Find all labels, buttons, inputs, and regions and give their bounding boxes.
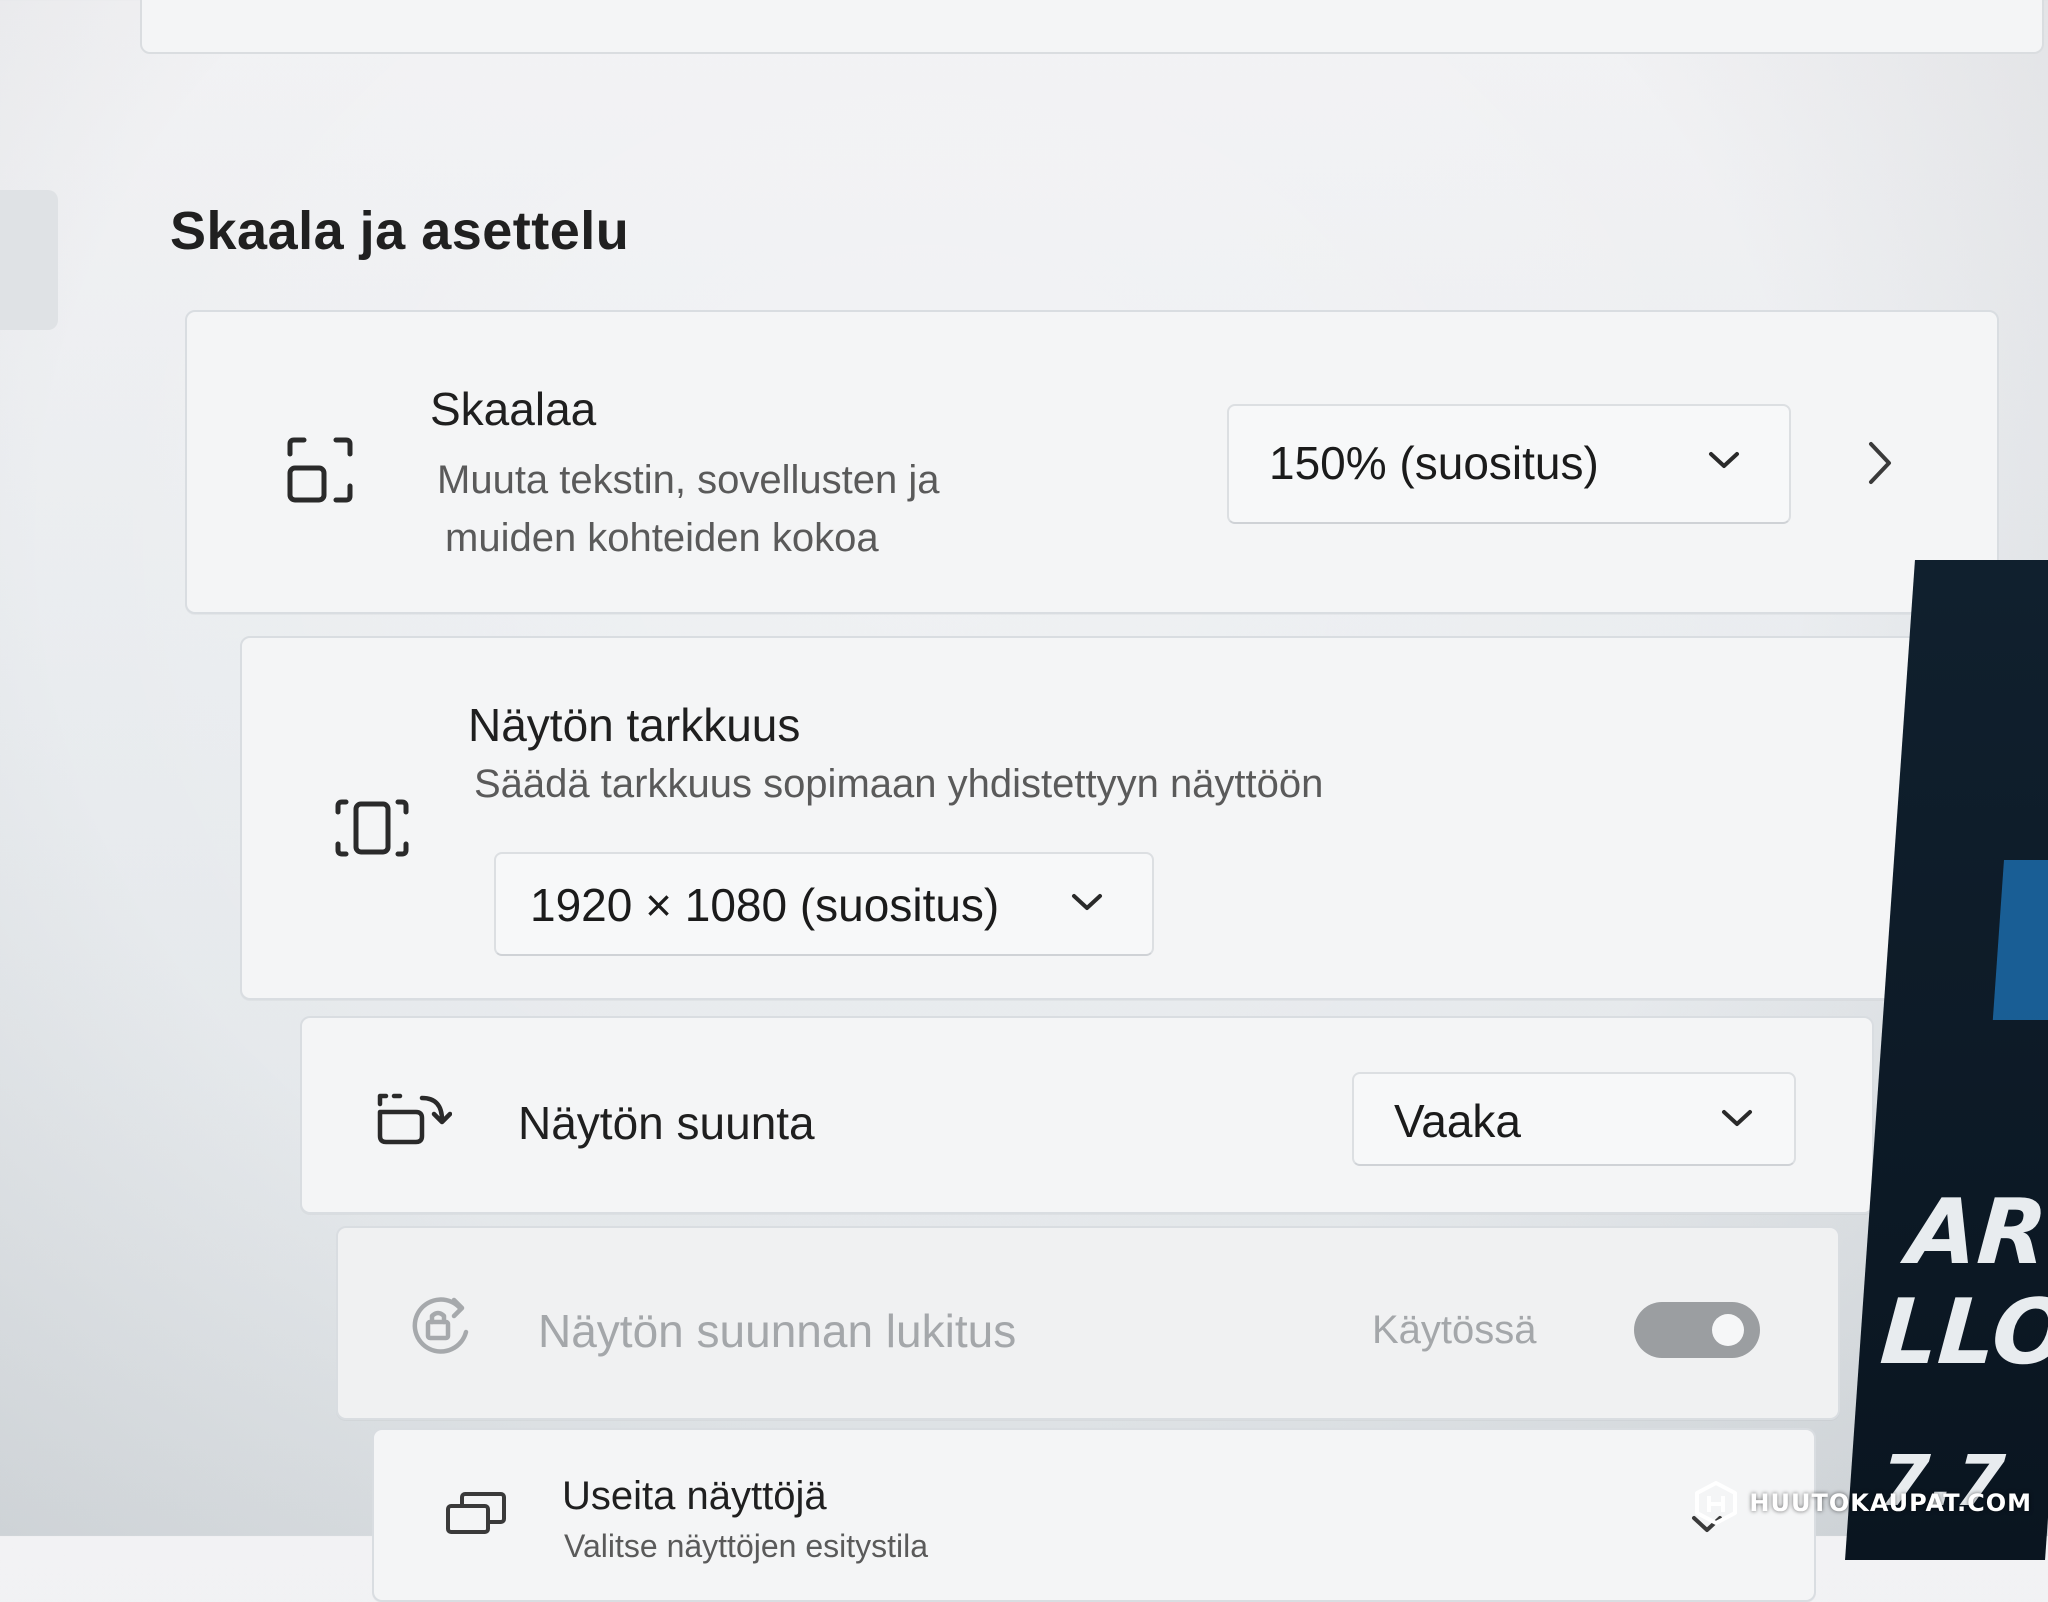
resolution-title: Näytön tarkkuus [468, 699, 801, 751]
scale-dropdown[interactable]: 150% (suositus) [1227, 404, 1791, 524]
watermark: HUUTOKAUPAT.COM [1693, 1480, 2032, 1526]
section-title: Skaala ja asettelu [170, 201, 630, 261]
rotation-lock-title: Näytön suunnan lukitus [538, 1305, 1017, 1357]
watermark-text: HUUTOKAUPAT.COM [1749, 1489, 2032, 1517]
multiple-displays-card[interactable]: Useita näyttöjä Valitse näyttöjen esitys… [372, 1428, 1816, 1602]
resolution-icon [332, 798, 412, 863]
chevron-down-icon [1070, 890, 1104, 919]
multiple-displays-description: Valitse näyttöjen esitystila [564, 1528, 929, 1564]
orientation-card: Näytön suunta Vaaka [300, 1016, 1874, 1214]
scale-description-line2: muiden kohteiden kokoa [445, 516, 879, 560]
toggle-knob [1712, 1314, 1744, 1346]
scale-icon [282, 432, 358, 513]
multiple-displays-icon [444, 1490, 508, 1543]
rotation-lock-card: Näytön suunnan lukitus Käytössä [336, 1226, 1840, 1420]
orientation-title: Näytön suunta [518, 1097, 815, 1149]
previous-settings-card [140, 0, 2044, 54]
multiple-displays-title: Useita näyttöjä [562, 1474, 827, 1518]
resolution-description: Säädä tarkkuus sopimaan yhdistettyyn näy… [474, 762, 1324, 806]
scale-card[interactable]: Skaalaa Muuta tekstin, sovellusten ja mu… [185, 310, 1999, 614]
scale-description-line1: Muuta tekstin, sovellusten ja [437, 458, 940, 502]
scale-title: Skaalaa [430, 383, 597, 435]
rotation-lock-state: Käytössä [1372, 1308, 1537, 1352]
resolution-dropdown-value: 1920 × 1080 (suositus) [530, 879, 1000, 931]
chevron-down-icon [1720, 1106, 1754, 1135]
orientation-icon [376, 1090, 453, 1151]
rotation-lock-toggle[interactable] [1634, 1302, 1760, 1358]
poster-blue-shape [1992, 860, 2048, 1020]
resolution-dropdown[interactable]: 1920 × 1080 (suositus) [494, 852, 1154, 956]
poster-text-line1: AR [1904, 1180, 2048, 1285]
orientation-dropdown-value: Vaaka [1394, 1095, 1522, 1147]
scale-dropdown-value: 150% (suositus) [1269, 437, 1599, 489]
poster-text-line2: LLO [1877, 1280, 2048, 1385]
orientation-dropdown[interactable]: Vaaka [1352, 1072, 1796, 1166]
chevron-right-icon[interactable] [1865, 440, 1895, 491]
rotation-lock-icon [408, 1294, 478, 1361]
watermark-logo-icon [1695, 1481, 1738, 1525]
navigation-pane-edge [0, 190, 58, 330]
resolution-card: Näytön tarkkuus Säädä tarkkuus sopimaan … [240, 636, 1944, 1000]
chevron-down-icon [1707, 448, 1741, 477]
